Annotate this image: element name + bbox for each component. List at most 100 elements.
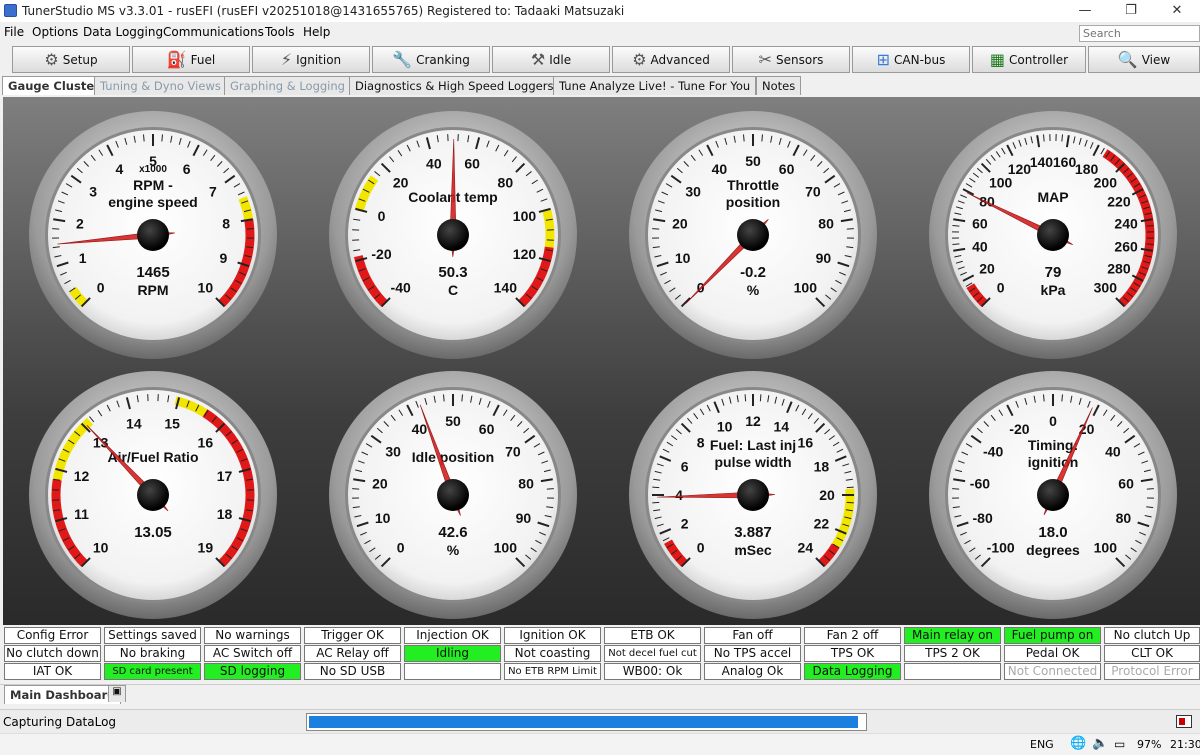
gauge-tick-label: 80 — [979, 193, 995, 209]
tab-diagnostics[interactable]: Diagnostics & High Speed Loggers — [349, 76, 560, 95]
maximize-button[interactable]: ❐ — [1108, 0, 1154, 22]
gauge-tick-label: 140 — [494, 279, 518, 295]
language-indicator[interactable]: ENG — [1030, 738, 1054, 751]
gauge-tick-label: -40 — [391, 279, 411, 295]
gauge-tick-label: 70 — [805, 184, 821, 200]
gauge-title: Fuel: Last inj — [710, 437, 796, 453]
gauge-tick-label: 50 — [445, 413, 461, 429]
gauge-tick-label: 20 — [979, 261, 995, 277]
spark-plug-icon: ⚡ — [280, 50, 293, 69]
gauge-hub — [437, 219, 469, 251]
gauge-tick-label: 20 — [819, 487, 835, 503]
gauge-minor-tick — [744, 394, 747, 402]
gauge-title: Timing: — [1028, 437, 1078, 453]
gauge-tick-label: 40 — [972, 239, 988, 255]
gauge-hub — [1037, 479, 1069, 511]
gauge-tick-label: 120 — [1008, 161, 1032, 177]
tab-tune-analyze[interactable]: Tune Analyze Live! - Tune For You — [553, 76, 757, 95]
progress-fill — [309, 716, 859, 728]
battery-icon[interactable]: ▭ — [1114, 737, 1125, 751]
menu-options[interactable]: Options — [32, 25, 78, 39]
indicator-0-1: Settings saved — [104, 627, 201, 644]
tab-tuning-dyno-views[interactable]: Tuning & Dyno Views — [94, 76, 227, 95]
gauge-tick-label: 10 — [198, 279, 214, 295]
gauge-4: 1011121314 1516171819Air/Fuel Ratio13.05 — [29, 371, 277, 619]
setup-button[interactable]: ⚙ Setup — [12, 46, 130, 73]
gauge-tick-label: 13 — [93, 435, 109, 451]
fuel-button[interactable]: ⛽ Fuel — [132, 46, 250, 73]
tab-gauge-cluster[interactable]: Gauge Cluster — [2, 76, 106, 95]
minimize-button[interactable]: — — [1062, 0, 1108, 22]
indicator-2-1: SD card present — [104, 663, 201, 680]
menu-file[interactable]: File — [4, 25, 24, 39]
gauge-minor-tick — [952, 224, 960, 227]
gauge-tick-label: 24 — [798, 539, 814, 555]
controller-button[interactable]: ▦ Controller — [972, 46, 1086, 73]
search-input[interactable] — [1079, 25, 1200, 42]
indicator-1-1: No braking — [104, 645, 201, 662]
idle-button[interactable]: ⚒ Idle — [492, 46, 610, 73]
indicator-0-2: No warnings — [204, 627, 301, 644]
tab-notes[interactable]: Notes — [756, 76, 802, 95]
can-bus-button[interactable]: ⊞ CAN-bus — [852, 46, 970, 73]
gauge-tick-label: 30 — [385, 444, 401, 460]
gauge-minor-tick — [759, 394, 762, 402]
menu-data-logging[interactable]: Data Logging — [83, 25, 163, 39]
indicator-1-4: Idling — [404, 645, 501, 662]
indicator-1-10: Pedal OK — [1004, 645, 1101, 662]
menu-tools[interactable]: Tools — [265, 25, 295, 39]
gauge-tick-label: 300 — [1094, 279, 1118, 295]
gauge-tick-label: -100 — [987, 539, 1015, 555]
gauge-tick-label: 100 — [513, 208, 537, 224]
indicator-2-3: No SD USB — [304, 663, 401, 680]
indicator-2-4 — [404, 663, 501, 680]
gauge-tick-label: 15 — [164, 416, 180, 432]
indicator-0-7: Fan off — [704, 627, 801, 644]
view-button[interactable]: 🔍 View — [1088, 46, 1200, 73]
gauge-zone-warn — [542, 209, 555, 248]
advanced-button[interactable]: ⚙ Advanced — [612, 46, 730, 73]
chip-icon: ▦ — [989, 50, 1006, 69]
clock[interactable]: 21:30 — [1170, 738, 1200, 751]
window-title: TunerStudio MS v3.3.01 - rusEFI (rusEFI … — [22, 4, 625, 18]
gauge-minor-tick — [142, 134, 145, 142]
gauge-tick-label: 20 — [393, 175, 409, 191]
tab-graphing-logging[interactable]: Graphing & Logging — [224, 76, 351, 95]
app-icon — [4, 4, 17, 17]
indicator-1-6: Not decel fuel cut — [604, 645, 701, 662]
gauge-minor-tick — [846, 486, 854, 489]
gauge-tick-label: 100 — [494, 539, 518, 555]
gauge-unit: kPa — [1041, 282, 1066, 298]
menu-communications[interactable]: Communications — [163, 25, 264, 39]
gauge-tick-label: 60 — [464, 156, 480, 172]
cranking-button[interactable]: 🔧 Cranking — [372, 46, 490, 73]
sensors-button[interactable]: ✂ Sensors — [732, 46, 850, 73]
tab-main-dashboard[interactable]: Main Dashboard — [4, 685, 122, 704]
sensors-button-label: Sensors — [776, 52, 824, 67]
gauge-tick-label: 140 — [1030, 154, 1054, 170]
speaker-icon[interactable]: 🔈 — [1092, 736, 1108, 751]
gauge-tick-label: 6 — [681, 459, 689, 475]
gauge-tick-label: -20 — [371, 246, 391, 262]
gauge-hub — [737, 219, 769, 251]
indicator-2-11: Protocol Error — [1104, 663, 1200, 680]
gauge-minor-tick — [652, 486, 660, 489]
indicator-0-0: Config Error — [4, 627, 101, 644]
gauge-tick-label: 50 — [745, 153, 761, 169]
gauge-multiplier: x1000 — [139, 164, 167, 175]
ignition-button[interactable]: ⚡ Ignition — [252, 46, 370, 73]
globe-icon[interactable]: 🌐 — [1070, 736, 1086, 751]
new-dashboard-tab-icon[interactable]: ▣ — [108, 685, 126, 702]
connection-indicator-icon — [1176, 715, 1192, 728]
close-button[interactable]: ✕ — [1154, 0, 1200, 22]
gauge-minor-tick — [1146, 224, 1154, 227]
gauge-tick-label: 2 — [76, 215, 84, 231]
gauge-tick-label: 18 — [814, 459, 830, 475]
indicator-0-9: Main relay on — [904, 627, 1001, 644]
idle-icon: ⚒ — [530, 50, 546, 69]
gauge-tick-label: 40 — [412, 421, 428, 437]
gauge-tick-label: 120 — [513, 246, 537, 262]
gauge-tick-label: 10 — [717, 419, 733, 435]
menu-help[interactable]: Help — [303, 25, 330, 39]
gauge-title: MAP — [1037, 189, 1068, 205]
